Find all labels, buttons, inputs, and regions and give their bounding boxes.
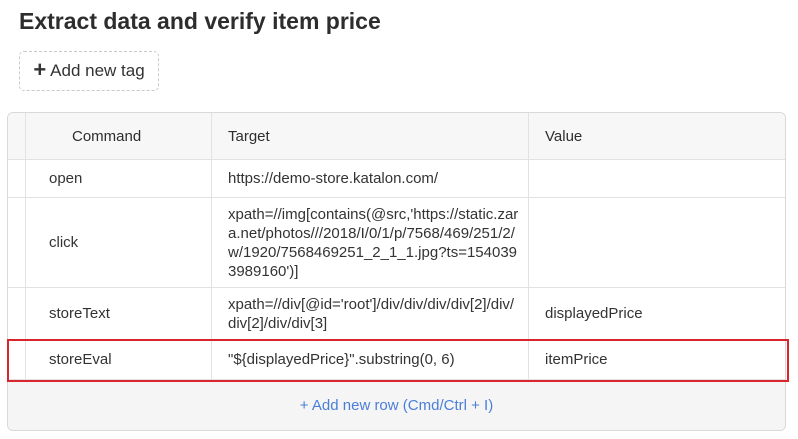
header-command: Command <box>26 113 212 159</box>
header-target: Target <box>212 113 529 159</box>
table-header: Command Target Value <box>8 113 785 160</box>
table-row[interactable]: storeText xpath=//div[@id='root']/div/di… <box>8 288 785 340</box>
cell-command[interactable]: storeText <box>26 288 212 339</box>
add-new-tag-button[interactable]: + Add new tag <box>19 51 159 91</box>
row-drag-handle[interactable] <box>8 340 26 379</box>
row-drag-handle[interactable] <box>8 288 26 339</box>
cell-target[interactable]: xpath=//div[@id='root']/div/div/div/div[… <box>212 288 529 339</box>
commands-table: Command Target Value open https://demo-s… <box>7 112 786 431</box>
cell-command[interactable]: click <box>26 198 212 287</box>
header-value: Value <box>545 127 583 145</box>
drag-handle-column <box>8 113 26 159</box>
row-drag-handle[interactable] <box>8 198 26 287</box>
add-new-row-button[interactable]: + Add new row (Cmd/Ctrl + I) <box>8 380 785 430</box>
cell-target[interactable]: "${displayedPrice}".substring(0, 6) <box>212 340 529 379</box>
cell-command[interactable]: open <box>26 160 212 197</box>
cell-target[interactable]: https://demo-store.katalon.com/ <box>212 160 529 197</box>
cell-command[interactable]: storeEval <box>26 340 212 379</box>
table-row-selected[interactable]: storeEval "${displayedPrice}".substring(… <box>8 340 785 380</box>
cell-target[interactable]: xpath=//img[contains(@src,'https://stati… <box>212 198 529 287</box>
table-row[interactable]: click xpath=//img[contains(@src,'https:/… <box>8 198 785 288</box>
page-title: Extract data and verify item price <box>19 8 381 34</box>
plus-icon: + <box>33 57 47 82</box>
cell-value[interactable] <box>529 160 785 197</box>
cell-value[interactable]: displayedPrice <box>529 288 785 339</box>
cell-value[interactable] <box>529 198 785 287</box>
cell-value[interactable]: itemPrice <box>529 340 785 379</box>
add-new-tag-label: Add new tag <box>50 61 145 80</box>
table-row[interactable]: open https://demo-store.katalon.com/ <box>8 160 785 198</box>
row-drag-handle[interactable] <box>8 160 26 197</box>
